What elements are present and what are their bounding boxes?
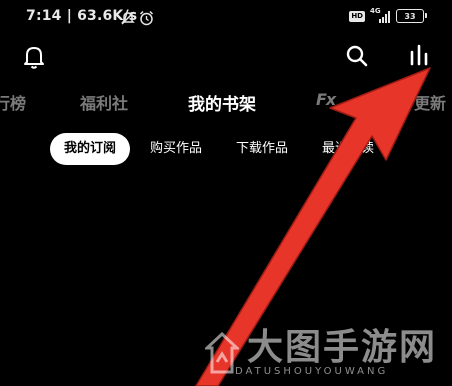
tab-fx[interactable]: Fx [316,90,336,109]
hd-badge: HD [349,10,365,22]
mute-icon [121,11,135,25]
battery-icon: 33 [396,9,427,23]
ranking-icon[interactable] [406,42,432,68]
top-tab-bar: 行榜 福利社 我的书架 Fx 更新 [0,90,452,116]
tab-welfare[interactable]: 福利社 [80,90,128,114]
tab-ranking[interactable]: 行榜 [0,90,26,114]
watermark-subtitle: DATUSHOUYOUWANG [235,366,389,377]
chip-my-subscriptions[interactable]: 我的订阅 [50,133,131,165]
battery-level: 33 [404,11,416,21]
chip-purchased[interactable]: 购买作品 [150,133,202,165]
watermark: 大图手游网 DATUSHOUYOUWANG [205,318,445,384]
search-icon[interactable] [345,44,369,68]
alarm-icon [139,10,154,26]
sub-tab-bar: 我的订阅 购买作品 下载作品 最近阅读 [0,133,452,165]
watermark-title: 大图手游网 [247,326,438,368]
chip-recent[interactable]: 最近阅读 [322,133,374,165]
tab-bookshelf[interactable]: 我的书架 [188,90,256,115]
bell-icon[interactable] [22,44,46,70]
app-screen: 7:14 | 63.6K/s HD 4G 33 行榜 福利社 我的书架 Fx 更… [0,0,452,386]
chip-downloaded[interactable]: 下载作品 [236,133,288,165]
status-icons: HD 4G 33 [349,7,427,23]
watermark-logo-icon [205,332,239,374]
status-bar: 7:14 | 63.6K/s HD 4G 33 [0,0,452,34]
tab-update[interactable]: 更新 [414,90,446,114]
signal-icon: 4G [370,7,390,23]
